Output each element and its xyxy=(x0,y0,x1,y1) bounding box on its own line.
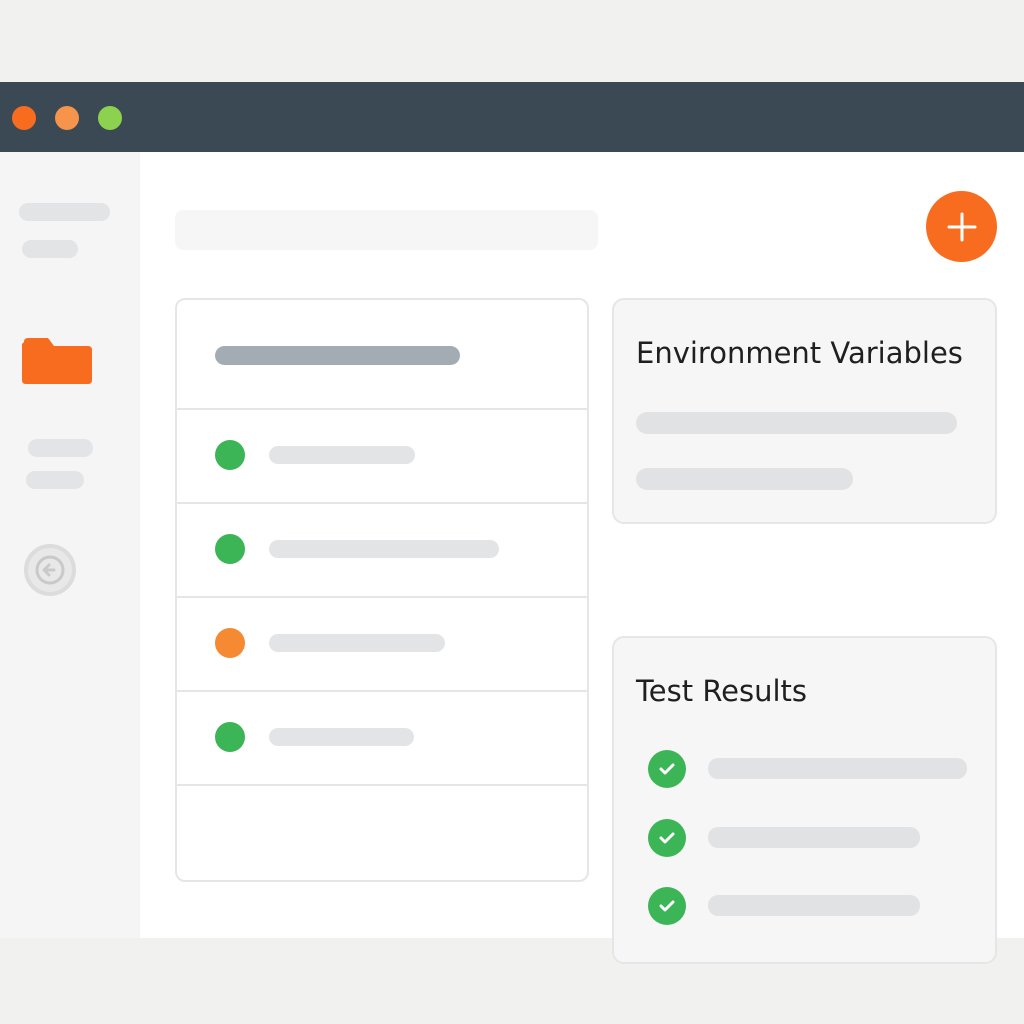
list-item-placeholder xyxy=(269,446,415,464)
main-content: Environment Variables Test Results xyxy=(140,152,1024,964)
list-header xyxy=(177,300,587,410)
environment-variables-panel: Environment Variables xyxy=(612,298,997,524)
back-arrow-icon[interactable] xyxy=(24,544,76,596)
list-item[interactable] xyxy=(177,692,587,786)
list-item-placeholder xyxy=(269,634,445,652)
environment-variables-title: Environment Variables xyxy=(636,336,963,370)
folder-icon[interactable] xyxy=(22,338,92,384)
title-bar xyxy=(0,82,1024,152)
list-item[interactable] xyxy=(177,598,587,692)
test-result-placeholder[interactable] xyxy=(708,827,920,848)
request-list xyxy=(175,298,589,882)
status-indicator xyxy=(215,722,245,752)
test-results-title: Test Results xyxy=(636,674,808,708)
env-variable-placeholder[interactable] xyxy=(636,412,957,434)
app-window: Environment Variables Test Results xyxy=(0,82,1024,964)
window-close-button[interactable] xyxy=(12,106,36,130)
check-icon xyxy=(648,819,686,857)
list-item[interactable] xyxy=(177,410,587,504)
sidebar-item-placeholder[interactable] xyxy=(28,439,93,457)
sidebar-item-placeholder[interactable] xyxy=(19,203,110,221)
list-item[interactable] xyxy=(177,504,587,598)
add-button[interactable] xyxy=(926,191,997,262)
sidebar xyxy=(0,152,140,938)
status-indicator xyxy=(215,534,245,564)
list-item-placeholder xyxy=(269,728,414,746)
sidebar-item-placeholder[interactable] xyxy=(26,471,84,489)
window-maximize-button[interactable] xyxy=(98,106,122,130)
test-result-placeholder[interactable] xyxy=(708,895,920,916)
check-icon xyxy=(648,887,686,925)
list-header-placeholder xyxy=(215,346,460,365)
search-input[interactable] xyxy=(175,210,598,250)
window-minimize-button[interactable] xyxy=(55,106,79,130)
test-result-placeholder[interactable] xyxy=(708,758,967,779)
sidebar-item-placeholder[interactable] xyxy=(22,240,78,258)
list-item-placeholder xyxy=(269,540,499,558)
status-indicator xyxy=(215,440,245,470)
test-results-panel: Test Results xyxy=(612,636,997,964)
check-icon xyxy=(648,750,686,788)
plus-icon xyxy=(947,212,976,241)
env-variable-placeholder[interactable] xyxy=(636,468,853,490)
status-indicator xyxy=(215,628,245,658)
